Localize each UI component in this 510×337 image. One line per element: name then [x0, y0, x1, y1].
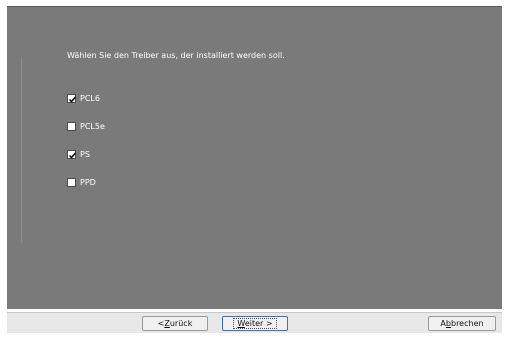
divider — [21, 57, 22, 243]
next-button[interactable]: Weiter > — [222, 316, 288, 331]
driver-label: PCL5e — [80, 121, 105, 131]
back-prefix: < — [157, 319, 165, 328]
check-icon — [68, 152, 77, 159]
back-rest: urück — [169, 319, 193, 328]
driver-option-pcl6[interactable]: PCL6 — [67, 92, 100, 104]
next-mnemonic: W — [237, 319, 245, 328]
driver-option-ppd[interactable]: PPD — [67, 176, 96, 188]
checkbox-ps[interactable] — [67, 149, 77, 159]
check-icon — [68, 96, 77, 103]
installer-window: Wählen Sie den Treiber aus, der installi… — [0, 0, 510, 337]
checkbox-ppd[interactable] — [67, 177, 76, 187]
button-bar: < Zurück Weiter > Ab brechen — [7, 312, 502, 333]
driver-label: PS — [80, 149, 90, 159]
driver-label: PPD — [80, 177, 96, 187]
checkbox-pcl5e[interactable] — [67, 121, 76, 131]
back-button[interactable]: < Zurück — [142, 316, 208, 331]
next-rest: eiter > — [244, 319, 273, 328]
driver-option-pcl5e[interactable]: PCL5e — [67, 120, 105, 132]
driver-label: PCL6 — [80, 93, 100, 103]
driver-option-ps[interactable]: PS — [67, 148, 90, 160]
instruction-text: Wählen Sie den Treiber aus, der installi… — [67, 51, 285, 60]
checkbox-pcl6[interactable] — [67, 93, 77, 103]
content-panel: Wählen Sie den Treiber aus, der installi… — [7, 6, 502, 309]
cancel-button[interactable]: Ab brechen — [428, 316, 496, 331]
cancel-rest: brechen — [450, 319, 484, 328]
focus-ring: Weiter > — [233, 318, 277, 329]
